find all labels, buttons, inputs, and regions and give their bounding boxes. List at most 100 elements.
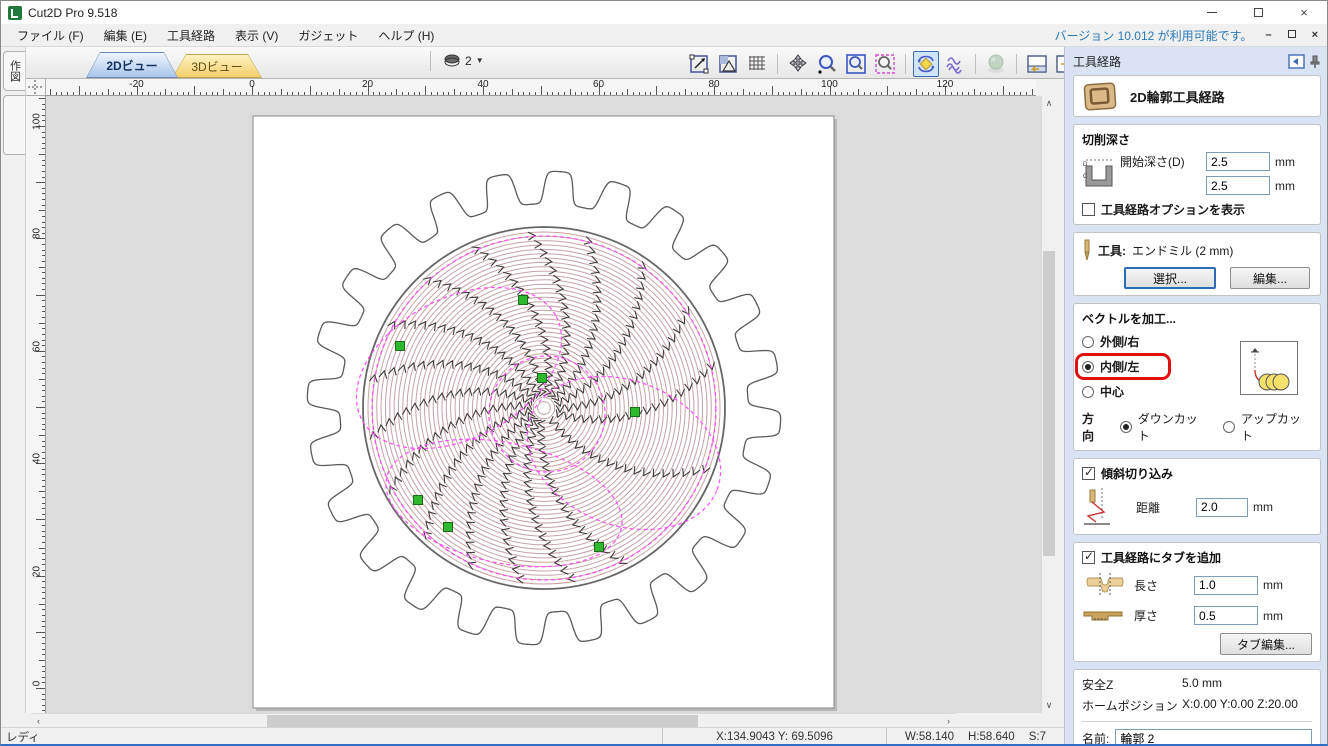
layout-horizontal-icon[interactable] xyxy=(1024,51,1050,77)
ruler-tick xyxy=(373,92,374,96)
tab-marker[interactable] xyxy=(414,496,423,505)
add-tabs-checkbox[interactable] xyxy=(1082,551,1095,564)
toggle-2d-toolpaths-icon[interactable] xyxy=(913,51,939,77)
menu-file[interactable]: ファイル (F) xyxy=(7,24,94,47)
scroll-up-icon[interactable]: ∧ xyxy=(1042,96,1056,111)
tab-marker[interactable] xyxy=(519,296,528,305)
zoom-window-icon[interactable] xyxy=(843,51,869,77)
start-depth-input[interactable] xyxy=(1206,152,1270,171)
radio-center[interactable]: 中心 xyxy=(1082,383,1212,400)
zoom-selection-icon[interactable] xyxy=(872,51,898,77)
zoom-extents-icon[interactable] xyxy=(686,51,712,77)
ruler-tick xyxy=(154,92,155,96)
ramp-checkbox[interactable] xyxy=(1082,467,1095,480)
preview-toolpaths-icon[interactable] xyxy=(942,51,968,77)
add-tabs-title: 工具経路にタブを追加 xyxy=(1101,549,1221,566)
mdi-close-button[interactable]: × xyxy=(1309,29,1321,41)
direction-label: 方向 xyxy=(1082,410,1106,444)
horizontal-scroll-thumb[interactable] xyxy=(267,715,698,727)
close-button[interactable]: × xyxy=(1281,1,1327,24)
ruler-tick xyxy=(500,92,501,96)
tab-2d-view[interactable]: 2Dビュー xyxy=(86,52,178,78)
ruler-tick xyxy=(448,92,449,96)
zoom-in-icon[interactable] xyxy=(814,51,840,77)
ruler-tick xyxy=(674,92,675,96)
vertical-scroll-thumb[interactable] xyxy=(1043,251,1055,556)
status-cursor-position: X:134.9043 Y: 69.5096 xyxy=(662,728,886,745)
tab-thickness-input[interactable] xyxy=(1194,606,1258,625)
menu-toolpath[interactable]: 工具経路 xyxy=(157,24,225,47)
ruler-tick xyxy=(391,92,392,96)
ruler-tick xyxy=(42,401,46,402)
menu-help[interactable]: ヘルプ (H) xyxy=(368,24,444,47)
radio-outside-right-control[interactable] xyxy=(1082,336,1094,348)
menu-edit[interactable]: 編集 (E) xyxy=(94,24,157,47)
ruler-tick xyxy=(558,92,559,96)
menu-view[interactable]: 表示 (V) xyxy=(225,24,288,47)
tab-marker[interactable] xyxy=(444,523,453,532)
ramp-distance-input[interactable] xyxy=(1196,498,1248,517)
tab-marker[interactable] xyxy=(631,408,640,417)
ruler-tick xyxy=(697,92,698,96)
design-canvas[interactable] xyxy=(46,96,1041,713)
grid-toggle-icon[interactable] xyxy=(744,51,770,77)
radio-inside-left[interactable]: 内側/左 xyxy=(1082,358,1139,375)
scroll-right-icon[interactable]: › xyxy=(941,714,956,728)
ruler-tick xyxy=(402,92,403,96)
ruler-tick xyxy=(841,92,842,96)
horizontal-ruler: -20020406080100120 xyxy=(46,79,1036,96)
zoom-material-icon[interactable] xyxy=(715,51,741,77)
tool-select-button[interactable]: 選択... xyxy=(1124,267,1216,289)
pan-icon[interactable] xyxy=(785,51,811,77)
ruler-tick xyxy=(512,89,513,95)
ruler-tick xyxy=(443,92,444,96)
tab-3d-view[interactable]: 3Dビュー xyxy=(172,54,262,78)
edit-tabs-button[interactable]: タブ編集... xyxy=(1220,633,1312,655)
radio-center-control[interactable] xyxy=(1082,386,1094,398)
horizontal-scrollbar[interactable]: ‹ › xyxy=(31,713,956,727)
tab-drawing[interactable]: 作図 xyxy=(3,51,25,91)
tab-marker[interactable] xyxy=(595,543,604,552)
ruler-tick xyxy=(287,92,288,96)
layers-icon[interactable] xyxy=(443,53,461,69)
radio-downcut[interactable]: ダウンカット xyxy=(1120,410,1209,444)
layer-dropdown-caret-icon[interactable]: ▼ xyxy=(476,56,484,65)
radio-downcut-control[interactable] xyxy=(1120,421,1132,433)
show-toolpath-options-checkbox[interactable] xyxy=(1082,203,1095,216)
toolpath-drawing xyxy=(46,96,1041,713)
tab-length-input[interactable] xyxy=(1194,576,1258,595)
ruler-label: 60 xyxy=(593,79,604,90)
pin-panel-icon[interactable] xyxy=(1309,54,1321,69)
ruler-tick xyxy=(42,559,46,560)
ruler-tick xyxy=(42,205,46,206)
ruler-tick xyxy=(42,654,46,655)
radio-outside-right[interactable]: 外側/右 xyxy=(1082,333,1212,350)
start-depth-label: 開始深さ(D) xyxy=(1120,153,1206,170)
mdi-restore-button[interactable] xyxy=(1285,29,1299,41)
minimize-button[interactable] xyxy=(1189,1,1235,24)
ruler-tick xyxy=(316,92,317,96)
ruler-tick xyxy=(645,92,646,96)
menu-gadgets[interactable]: ガジェット xyxy=(288,24,368,47)
scroll-left-icon[interactable]: ‹ xyxy=(31,714,46,728)
ruler-tick xyxy=(668,92,669,96)
ruler-tick xyxy=(957,92,958,96)
mdi-minimize-button[interactable]: – xyxy=(1262,29,1274,41)
tab-side-blank[interactable] xyxy=(3,95,25,155)
cut-depth-input[interactable] xyxy=(1206,176,1270,195)
radio-inside-left-control[interactable] xyxy=(1082,361,1094,373)
vertical-scrollbar[interactable]: ∧ ∨ xyxy=(1041,96,1055,713)
scroll-down-icon[interactable]: ∨ xyxy=(1042,698,1056,713)
radio-upcut-control[interactable] xyxy=(1223,421,1235,433)
tab-marker[interactable] xyxy=(538,374,547,383)
toolpath-name-input[interactable] xyxy=(1115,729,1312,746)
radio-upcut[interactable]: アップカット xyxy=(1223,410,1312,444)
tool-edit-button[interactable]: 編集... xyxy=(1230,267,1310,289)
maximize-button[interactable] xyxy=(1235,1,1281,24)
auto-hide-panel-icon[interactable] xyxy=(1288,54,1305,69)
tab-marker[interactable] xyxy=(396,342,405,351)
ruler-tick xyxy=(125,92,126,96)
layer-count[interactable]: 2 xyxy=(465,54,472,68)
update-version-link[interactable]: バージョン 10.012 が利用可能です。 xyxy=(1055,27,1253,44)
tab-2d-label: 2Dビュー xyxy=(87,53,177,77)
